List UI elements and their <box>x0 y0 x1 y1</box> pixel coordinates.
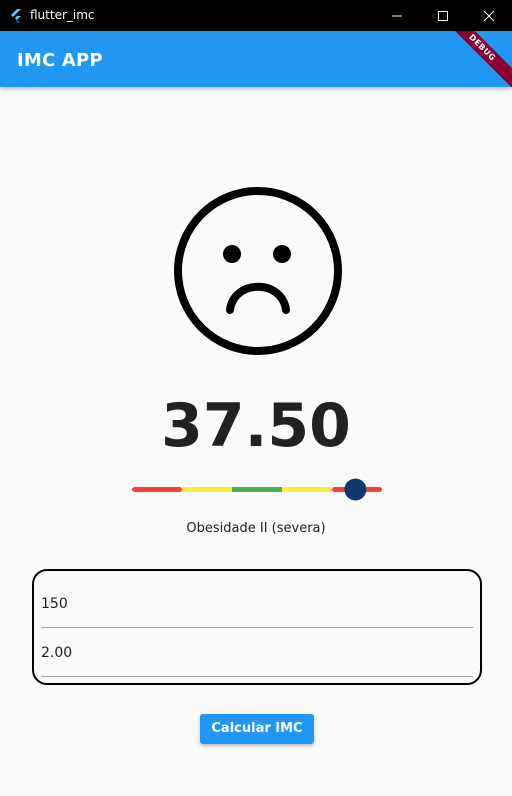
input-form: 150 2.00 <box>32 569 482 685</box>
scale-segment-2 <box>182 487 232 492</box>
maximize-icon <box>438 10 448 21</box>
scale-segment-4 <box>282 487 332 492</box>
height-value: 2.00 <box>41 645 73 661</box>
scale-segment-3 <box>232 487 282 492</box>
height-field[interactable]: 2.00 <box>41 628 473 677</box>
minimize-icon <box>392 15 402 16</box>
window-titlebar: flutter_imc <box>0 0 512 31</box>
bmi-value: 37.50 <box>161 391 351 461</box>
weight-value: 150 <box>41 596 68 612</box>
app-bar: IMC APP DEBUG <box>0 31 512 87</box>
window-title: flutter_imc <box>30 8 95 22</box>
flutter-logo-icon <box>10 8 22 27</box>
app-bar-title: IMC APP <box>17 50 103 71</box>
scale-segment-1 <box>132 487 182 492</box>
sad-face-icon <box>174 187 342 359</box>
calculate-imc-button[interactable]: Calcular IMC <box>200 714 314 744</box>
bmi-classification: Obesidade II (severa) <box>186 521 326 536</box>
bmi-scale-slider[interactable] <box>132 477 384 507</box>
minimize-button[interactable] <box>374 0 420 31</box>
scale-thumb[interactable] <box>344 478 367 501</box>
close-button[interactable] <box>466 0 512 31</box>
maximize-button[interactable] <box>420 0 466 31</box>
weight-field[interactable]: 150 <box>41 579 473 628</box>
debug-banner: DEBUG <box>434 31 512 87</box>
close-icon <box>483 10 495 21</box>
